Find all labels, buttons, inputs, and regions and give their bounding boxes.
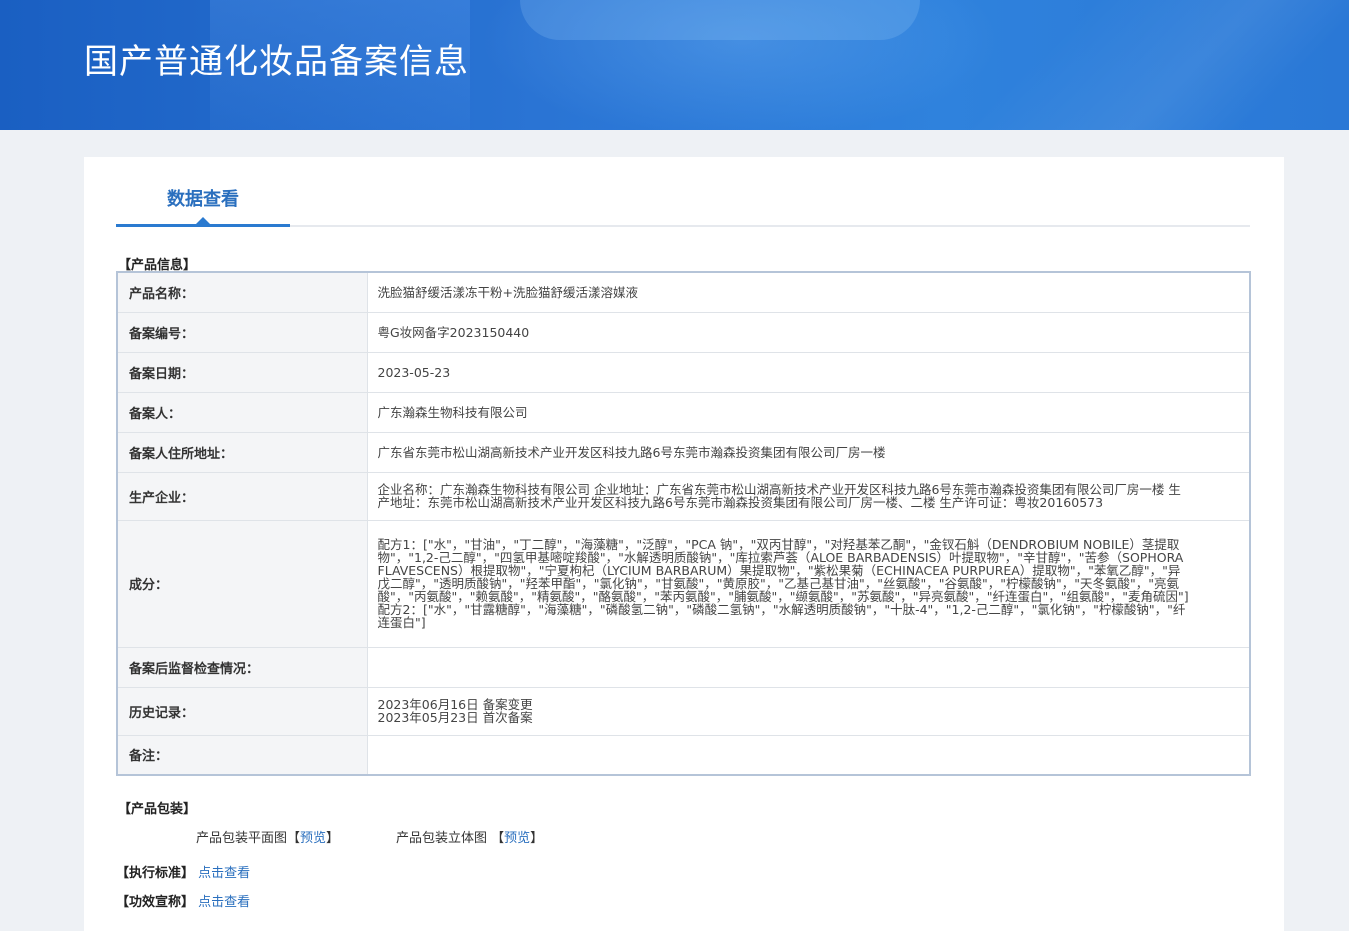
row-value: 洗脸猫舒缓活漾冻干粉+洗脸猫舒缓活漾溶媒液: [367, 272, 1250, 313]
row-key: 备案后监督检查情况：: [117, 647, 368, 688]
row-value: 配方1：["水"，"甘油"，"丁二醇"，"海藻糖"，"泛醇"，"PCA 钠"，"…: [367, 520, 1250, 648]
table-row: 备注：: [117, 735, 1250, 776]
table-row: 备案后监督检查情况：: [117, 647, 1250, 688]
standard-label: 【执行标准】: [116, 866, 195, 881]
flat-preview-link[interactable]: 预览: [300, 831, 326, 846]
row-key: 产品名称：: [117, 272, 368, 313]
row-value: 广东瀚森生物科技有限公司: [367, 392, 1250, 433]
product-info-table: 产品名称： 洗脸猫舒缓活漾冻干粉+洗脸猫舒缓活漾溶媒液 备案编号： 粤G妆网备字…: [116, 271, 1251, 776]
tab-caret-icon: [196, 217, 210, 224]
tab-label: 数据查看: [167, 189, 239, 210]
banner-decoration: [929, 0, 1349, 130]
row-key: 生产企业：: [117, 472, 368, 521]
table-row: 备案人： 广东瀚森生物科技有限公司: [117, 392, 1250, 433]
row-key: 备案日期：: [117, 352, 368, 393]
row-value: [367, 735, 1250, 776]
efficacy-view-link[interactable]: 点击查看: [198, 895, 250, 910]
row-key: 成分：: [117, 520, 368, 648]
packaging-heading: 【产品包装】: [118, 802, 197, 817]
packaging-flat-label: 产品包装平面图【: [196, 831, 301, 846]
efficacy-row: 【功效宣称】 点击查看: [116, 891, 250, 910]
efficacy-label: 【功效宣称】: [116, 895, 195, 910]
row-key: 备案人：: [117, 392, 368, 433]
row-key: 备注：: [117, 735, 368, 776]
bracket-close: 】: [530, 831, 544, 846]
packaging-flat: 产品包装平面图【预览】: [196, 827, 339, 846]
row-key: 备案人住所地址：: [117, 432, 368, 473]
row-value: 企业名称：广东瀚森生物科技有限公司 企业地址：广东省东莞市松山湖高新技术产业开发…: [367, 472, 1250, 521]
content-card: 数据查看 【产品信息】 产品名称： 洗脸猫舒缓活漾冻干粉+洗脸猫舒缓活漾溶媒液 …: [84, 157, 1284, 931]
row-value: 广东省东莞市松山湖高新技术产业开发区科技九路6号东莞市瀚森投资集团有限公司厂房一…: [367, 432, 1250, 473]
tab-data-view[interactable]: 数据查看: [116, 157, 290, 227]
table-row: 备案人住所地址： 广东省东莞市松山湖高新技术产业开发区科技九路6号东莞市瀚森投资…: [117, 432, 1250, 473]
table-row: 生产企业： 企业名称：广东瀚森生物科技有限公司 企业地址：广东省东莞市松山湖高新…: [117, 472, 1250, 521]
table-row: 备案日期： 2023-05-23: [117, 352, 1250, 393]
row-value: 2023-05-23: [367, 352, 1250, 393]
standard-view-link[interactable]: 点击查看: [198, 866, 250, 881]
solid-preview-link[interactable]: 预览: [504, 831, 530, 846]
row-value: [367, 647, 1250, 688]
banner-decoration: [520, 0, 920, 40]
row-value: 2023年06月16日 备案变更 2023年05月23日 首次备案: [367, 687, 1250, 736]
row-key: 历史记录：: [117, 687, 368, 736]
packaging-solid-label: 产品包装立体图 【: [396, 831, 505, 846]
table-row: 产品名称： 洗脸猫舒缓活漾冻干粉+洗脸猫舒缓活漾溶媒液: [117, 272, 1250, 313]
standard-row: 【执行标准】 点击查看: [116, 862, 250, 881]
row-key: 备案编号：: [117, 312, 368, 353]
table-row: 成分： 配方1：["水"，"甘油"，"丁二醇"，"海藻糖"，"泛醇"，"PCA …: [117, 520, 1250, 648]
page-title: 国产普通化妆品备案信息: [84, 42, 469, 82]
header-banner: 国产普通化妆品备案信息: [0, 0, 1349, 130]
tab-bar: 数据查看: [116, 157, 1250, 227]
table-row: 历史记录： 2023年06月16日 备案变更 2023年05月23日 首次备案: [117, 687, 1250, 736]
row-value: 粤G妆网备字2023150440: [367, 312, 1250, 353]
table-row: 备案编号： 粤G妆网备字2023150440: [117, 312, 1250, 353]
bracket-close: 】: [326, 831, 340, 846]
packaging-solid: 产品包装立体图 【预览】: [396, 827, 543, 846]
